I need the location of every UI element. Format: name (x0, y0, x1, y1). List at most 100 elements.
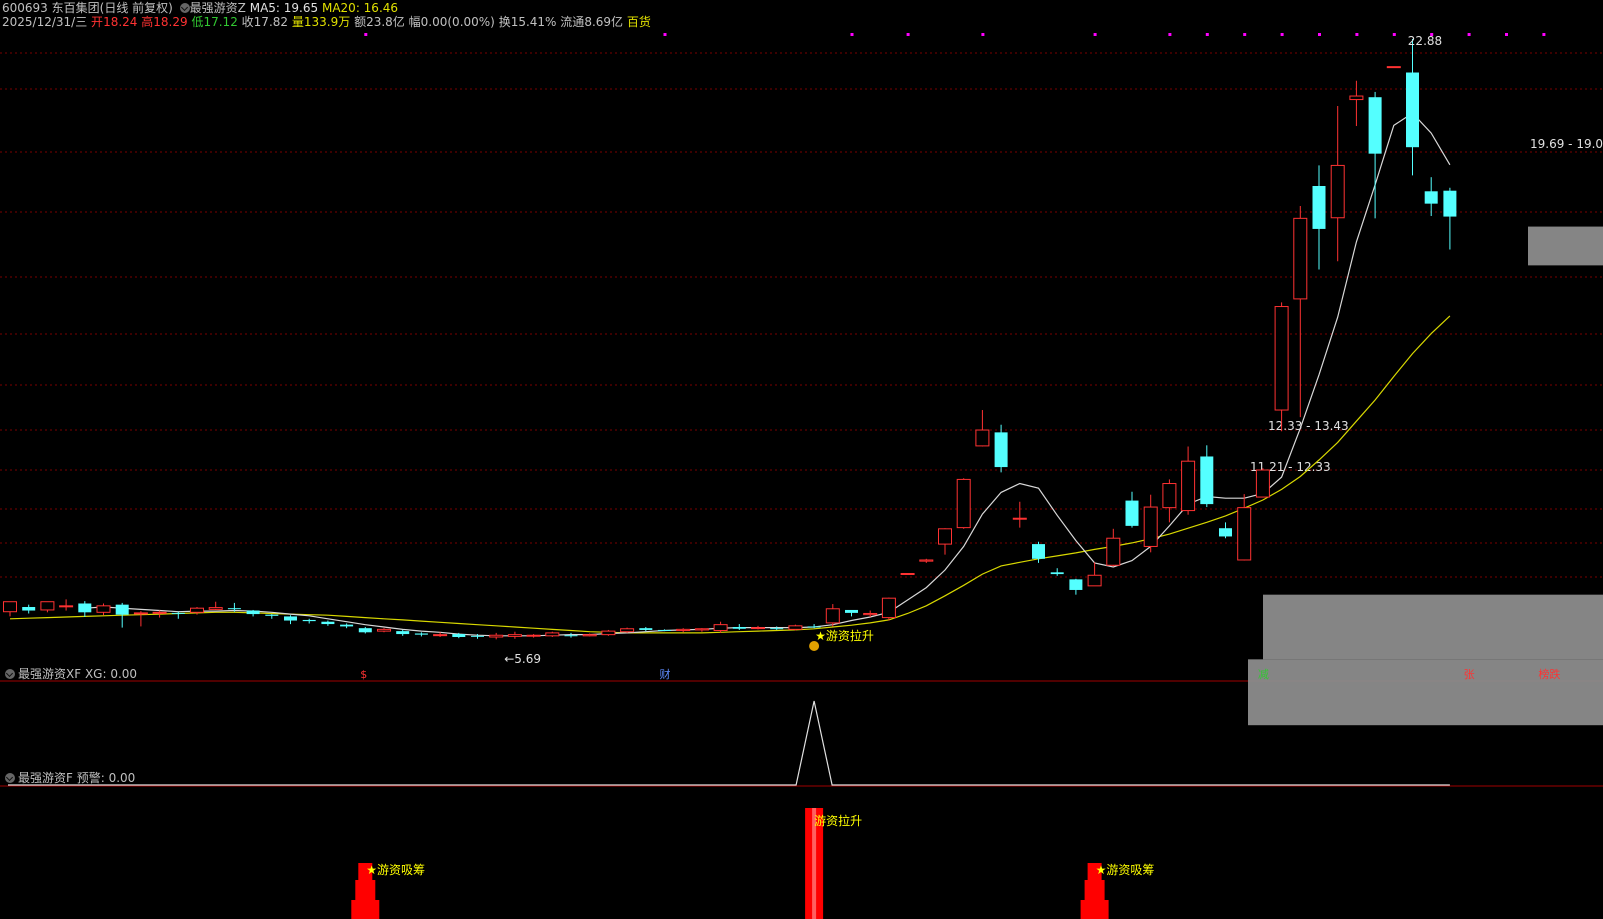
warning-label: 游资拉升 (814, 813, 862, 828)
candle (1386, 66, 1401, 69)
candle (825, 604, 840, 627)
candle (1200, 445, 1214, 508)
candle (900, 572, 915, 575)
low-price-label: ←5.69 (504, 652, 541, 666)
magenta-dot-row (364, 33, 1546, 36)
candle-body (507, 634, 522, 637)
candle (377, 628, 391, 633)
candle-body (1050, 572, 1064, 575)
candle-body (22, 607, 36, 611)
candle (1050, 568, 1064, 576)
candle (1330, 106, 1345, 262)
candle (526, 634, 541, 638)
candle-body (956, 478, 971, 529)
candle-body (770, 628, 784, 630)
candle (414, 632, 428, 637)
candle-body (1200, 456, 1214, 505)
candle-body (1274, 306, 1289, 411)
magenta-dot (1243, 33, 1247, 36)
candle-body (620, 628, 635, 633)
candle-body (115, 604, 129, 615)
candle-body (900, 572, 915, 575)
candle-body (919, 559, 934, 562)
magenta-dot (1542, 33, 1546, 36)
candle (1255, 468, 1270, 498)
candle-body (171, 612, 185, 614)
candle-body (1106, 537, 1121, 566)
candle (284, 615, 297, 625)
candle-body (358, 628, 372, 633)
candle (1424, 177, 1438, 216)
magenta-dot (1168, 33, 1172, 36)
candle (1181, 446, 1196, 515)
candle-body (845, 609, 858, 613)
candle-body (788, 625, 803, 630)
candle (694, 628, 709, 632)
candle (507, 631, 522, 639)
candle-body (433, 634, 448, 637)
candle-body (1237, 507, 1252, 561)
candle (1069, 578, 1083, 595)
candle-body (751, 627, 765, 630)
candles (3, 39, 1457, 640)
candle-body (1181, 460, 1196, 512)
candle-body (59, 605, 74, 608)
candle-body (1330, 164, 1345, 219)
candle-body (1125, 500, 1139, 526)
candle-body (975, 429, 990, 447)
candle (845, 609, 858, 617)
candle-body (96, 605, 111, 613)
kline-chart[interactable]: 19.69 - 19.0312.33 - 13.4311.21 - 12.332… (0, 0, 1603, 919)
candle (601, 629, 616, 636)
candle-body (1386, 66, 1401, 69)
candle (340, 623, 354, 629)
candle-body (1349, 95, 1364, 101)
candle-body (471, 635, 484, 637)
candle (1162, 479, 1177, 523)
candle-body (1069, 579, 1083, 590)
candle-body (284, 616, 297, 621)
candle (358, 627, 372, 634)
candle-body (246, 610, 260, 615)
magenta-dot (981, 33, 985, 36)
magenta-dot (364, 33, 368, 36)
candle-body (78, 603, 92, 613)
candle-body (713, 624, 728, 632)
magenta-dot (850, 33, 854, 36)
candle-body (1032, 544, 1045, 559)
candle (938, 528, 952, 555)
candle (956, 478, 971, 529)
candle (22, 604, 36, 614)
candle-body (3, 601, 17, 613)
candle-body (526, 634, 541, 637)
candle (751, 625, 765, 630)
candle (396, 629, 410, 636)
candle (545, 631, 560, 637)
candle-body (564, 635, 578, 637)
candle (59, 599, 74, 611)
candle-body (1424, 191, 1438, 204)
candle-body (40, 601, 55, 611)
magenta-dot (1467, 33, 1471, 36)
candle (975, 410, 990, 447)
candle-body (452, 634, 466, 637)
range-box-label: 19.69 - 19.03 (1530, 137, 1603, 151)
candle-body (545, 632, 560, 637)
candle-body (190, 607, 204, 613)
event-marker: 减 (1258, 668, 1269, 681)
candle (676, 628, 691, 633)
event-marker: 张 (1464, 668, 1475, 681)
magenta-dot (1280, 33, 1284, 36)
magenta-dot (663, 33, 667, 36)
range-box-label: 12.33 - 13.43 (1268, 419, 1349, 433)
candle-body (302, 619, 316, 622)
candle (1125, 491, 1139, 528)
candle-body (639, 628, 653, 630)
candle (564, 632, 578, 638)
candle (1087, 562, 1102, 587)
candle-body (807, 626, 821, 628)
candle (1012, 501, 1027, 528)
candle (302, 618, 316, 624)
candle-body (658, 629, 671, 631)
candle (732, 624, 746, 630)
